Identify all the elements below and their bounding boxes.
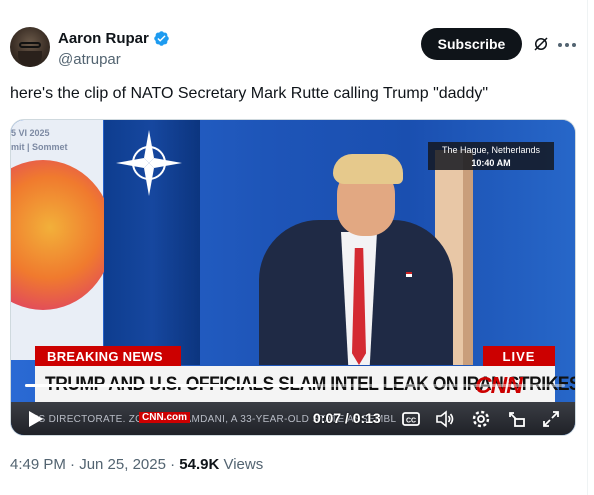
tweet-metadata: 4:49 PM · Jun 25, 2025 · 54.9K Views [10, 456, 263, 473]
grok-icon[interactable] [532, 35, 550, 53]
author-handle[interactable]: @atrupar [58, 51, 121, 68]
more-dot [572, 43, 576, 47]
summit-text: 5 VI 2025 mit | Sommet [11, 126, 68, 154]
settings-gear-icon[interactable] [471, 409, 491, 429]
author-avatar[interactable] [10, 27, 50, 67]
more-options-icon[interactable] [558, 36, 576, 54]
verified-badge-icon [154, 31, 169, 46]
video-time-display: 0:07 / 0:13 [313, 410, 381, 426]
volume-icon[interactable] [435, 409, 455, 429]
subscribe-button[interactable]: Subscribe [421, 28, 522, 60]
author-display-name[interactable]: Aaron Rupar [58, 30, 149, 47]
fullscreen-icon[interactable] [541, 409, 561, 429]
video-controls: 0:07 / 0:13 CC [11, 402, 575, 435]
summit-backdrop: 5 VI 2025 mit | Sommet [11, 120, 113, 360]
video-progress-fill [25, 384, 317, 387]
flag-lapel-pin [406, 272, 412, 277]
local-time-text: 10:40 AM [471, 158, 511, 168]
video-player[interactable]: 5 VI 2025 mit | Sommet The Hague, Nether… [10, 119, 576, 436]
location-overlay: The Hague, Netherlands 10:40 AM [428, 142, 554, 170]
view-count: 54.9K [179, 456, 220, 473]
video-progress-bar[interactable] [25, 384, 565, 387]
more-dot [565, 43, 569, 47]
nato-star-emblem [116, 130, 182, 196]
speaker-hair [333, 154, 403, 184]
author-name-row[interactable]: Aaron Rupar [58, 30, 170, 47]
views-label: Views [219, 456, 264, 473]
more-dot [558, 43, 562, 47]
summit-text-line1: 5 VI 2025 [11, 128, 50, 138]
tweet-timestamp[interactable]: 4:49 PM · Jun 25, 2025 · [10, 456, 179, 473]
play-icon[interactable] [25, 409, 45, 429]
svg-text:CC: CC [406, 418, 416, 425]
card-border [587, 0, 588, 495]
summit-text-line2: mit | Sommet [11, 142, 68, 152]
breaking-news-label: BREAKING NEWS [35, 346, 181, 366]
tweet-text: here's the clip of NATO Secretary Mark R… [10, 85, 489, 102]
live-badge: LIVE [483, 346, 555, 366]
backdrop-pillar-shadow [463, 150, 473, 365]
tweet-card: Aaron Rupar @atrupar Subscribe here's th… [0, 0, 594, 495]
avatar-beard [18, 51, 42, 67]
pip-icon[interactable] [507, 409, 527, 429]
captions-icon[interactable]: CC [401, 409, 421, 429]
avatar-glasses [19, 42, 41, 48]
location-text: The Hague, Netherlands [441, 145, 541, 155]
summit-logo-graphic [11, 160, 113, 310]
